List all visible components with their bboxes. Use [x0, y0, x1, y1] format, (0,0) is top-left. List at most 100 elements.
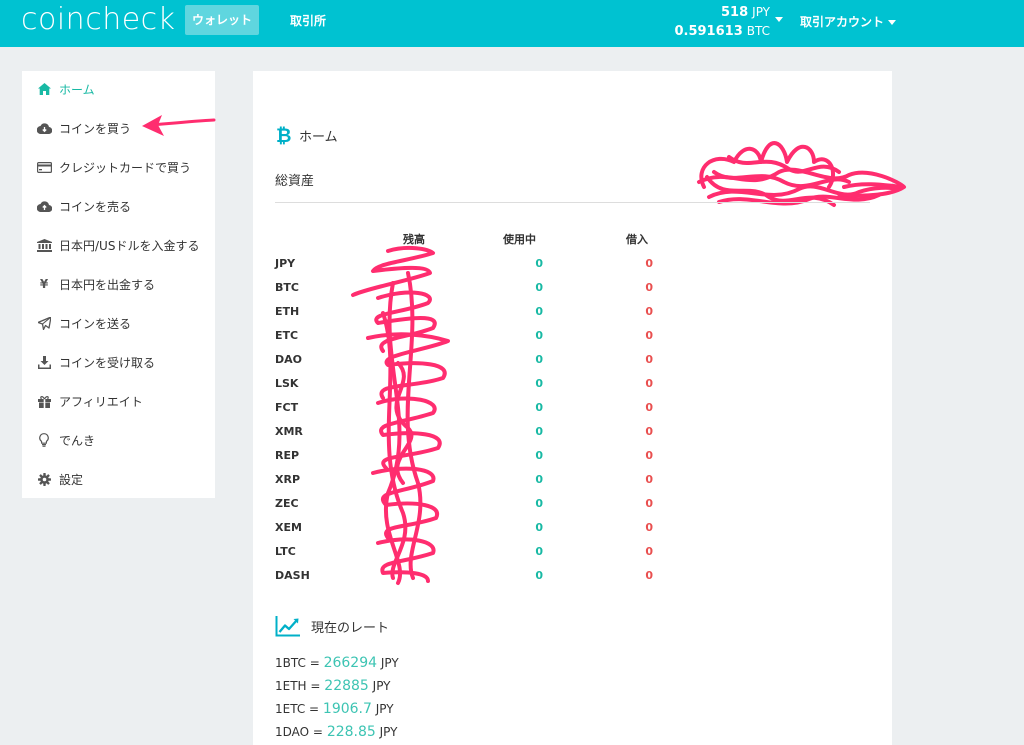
nav-exchange-link[interactable]: 取引所	[290, 12, 326, 29]
in-use-zec: 0	[535, 497, 543, 510]
account-menu-label: 取引アカウント	[800, 15, 885, 29]
download-icon	[36, 354, 52, 370]
coin-name-etc: ETC	[275, 329, 299, 342]
yen-icon: ¥	[39, 277, 49, 291]
column-header-in-use: 使用中	[503, 233, 536, 246]
in-use-dao: 0	[535, 353, 543, 366]
rate-value: 22885	[324, 678, 369, 694]
borrowed-zec: 0	[645, 497, 653, 510]
redaction-scribble-total	[697, 141, 906, 207]
rate-unit: JPY	[372, 679, 391, 693]
cloud-upload-icon	[36, 198, 52, 214]
borrowed-etc: 0	[645, 329, 653, 342]
sidebar-item-settings[interactable]: 設定	[36, 469, 83, 489]
rate-prefix: 1ETH =	[275, 679, 321, 693]
cloud-download-icon	[36, 120, 52, 136]
in-use-dash: 0	[535, 569, 543, 582]
gift-icon	[36, 393, 52, 409]
page-title: ホーム	[299, 129, 338, 145]
gear-icon	[36, 471, 52, 487]
in-use-ltc: 0	[535, 545, 543, 558]
borrowed-dash: 0	[645, 569, 653, 582]
rate-prefix: 1DAO =	[275, 725, 323, 739]
jpy-balance: 518	[721, 5, 749, 20]
coin-name-eth: ETH	[275, 305, 300, 318]
borrowed-xem: 0	[645, 521, 653, 534]
rate-prefix: 1BTC =	[275, 656, 320, 670]
coin-name-xrp: XRP	[275, 473, 301, 486]
in-use-jpy: 0	[535, 257, 543, 270]
section-header-rates: 現在のレート	[275, 615, 389, 637]
balance-caret-down-icon[interactable]	[775, 17, 783, 22]
in-use-btc: 0	[535, 281, 543, 294]
sidebar-item-label: 設定	[59, 472, 84, 487]
in-use-rep: 0	[535, 449, 543, 462]
rates-title: 現在のレート	[311, 620, 390, 636]
rate-unit: JPY	[379, 725, 398, 739]
coin-name-btc: BTC	[275, 281, 299, 294]
rate-value: 228.85	[326, 724, 376, 740]
sidebar-item-label: クレジットカードで買う	[59, 160, 192, 175]
line-chart-icon	[275, 616, 300, 637]
svg-text:₿: ₿	[276, 125, 291, 145]
bank-icon	[36, 237, 52, 253]
home-icon	[36, 81, 52, 97]
btc-balance: 0.591613	[674, 24, 743, 39]
sidebar-item-buy-coin[interactable]: コインを買う	[36, 118, 131, 138]
nav-wallet-button[interactable]: ウォレット	[185, 5, 259, 35]
rate-row-eth: 1ETH = 22885 JPY	[275, 678, 391, 694]
rate-row-dao: 1DAO = 228.85 JPY	[275, 724, 397, 740]
sidebar-item-label: コインを送る	[59, 316, 132, 331]
column-header-borrowed: 借入	[626, 233, 648, 246]
rate-row-etc: 1ETC = 1906.7 JPY	[275, 701, 394, 717]
sidebar-item-credit-card[interactable]: クレジットカードで買う	[36, 157, 191, 177]
borrowed-eth: 0	[645, 305, 653, 318]
sidebar-item-deposit[interactable]: 日本円/USドルを入金する	[36, 235, 199, 255]
coin-name-xem: XEM	[275, 521, 302, 534]
sidebar-item-home[interactable]: ホーム	[36, 79, 95, 99]
total-assets-divider	[275, 202, 870, 203]
header-balance[interactable]: 518 JPY 0.591613 BTC	[674, 3, 770, 41]
coin-name-dash: DASH	[275, 569, 310, 582]
credit-card-icon	[36, 159, 52, 175]
sidebar-item-label: でんき	[59, 433, 96, 448]
jpy-unit: JPY	[752, 5, 770, 19]
in-use-etc: 0	[535, 329, 543, 342]
coincheck-logo[interactable]: coincheck	[21, 2, 176, 37]
in-use-xrp: 0	[535, 473, 543, 486]
section-header-home: ₿ ホーム	[275, 125, 338, 145]
rate-row-btc: 1BTC = 266294 JPY	[275, 655, 399, 671]
main-panel: ₿ ホーム 総資産 残高 使用中 借入 JPY 0 0 BTC 0 0 ETH …	[253, 71, 906, 745]
sidebar-item-withdraw[interactable]: ¥ 日本円を出金する	[36, 274, 155, 294]
coin-name-fct: FCT	[275, 401, 299, 414]
in-use-eth: 0	[535, 305, 543, 318]
borrowed-rep: 0	[645, 449, 653, 462]
sidebar-item-sell-coin[interactable]: コインを売る	[36, 196, 131, 216]
sidebar-item-receive-coin[interactable]: コインを受け取る	[36, 352, 155, 372]
account-menu[interactable]: 取引アカウント	[800, 13, 897, 30]
rate-value: 1906.7	[322, 701, 372, 717]
coin-name-zec: ZEC	[275, 497, 299, 510]
sidebar-item-label: コインを受け取る	[59, 355, 156, 370]
coin-name-dao: DAO	[275, 353, 302, 366]
coin-name-rep: REP	[275, 449, 300, 462]
borrowed-ltc: 0	[645, 545, 653, 558]
account-caret-down-icon	[888, 20, 897, 25]
in-use-xem: 0	[535, 521, 543, 534]
coin-name-jpy: JPY	[275, 257, 296, 270]
sidebar-item-send-coin[interactable]: コインを送る	[36, 313, 131, 333]
sidebar-item-denki[interactable]: でんき	[36, 430, 95, 450]
sidebar-item-label: ホーム	[59, 82, 95, 97]
in-use-lsk: 0	[535, 377, 543, 390]
coin-name-ltc: LTC	[275, 545, 296, 558]
borrowed-xrp: 0	[645, 473, 653, 486]
sidebar-item-affiliate[interactable]: アフィリエイト	[36, 391, 143, 411]
borrowed-jpy: 0	[645, 257, 653, 270]
in-use-xmr: 0	[535, 425, 543, 438]
btc-unit: BTC	[746, 24, 770, 38]
sidebar-item-label: 日本円を出金する	[59, 277, 156, 292]
rate-unit: JPY	[380, 656, 399, 670]
paper-plane-icon	[36, 315, 52, 331]
lightbulb-icon	[36, 432, 52, 448]
borrowed-dao: 0	[645, 353, 653, 366]
